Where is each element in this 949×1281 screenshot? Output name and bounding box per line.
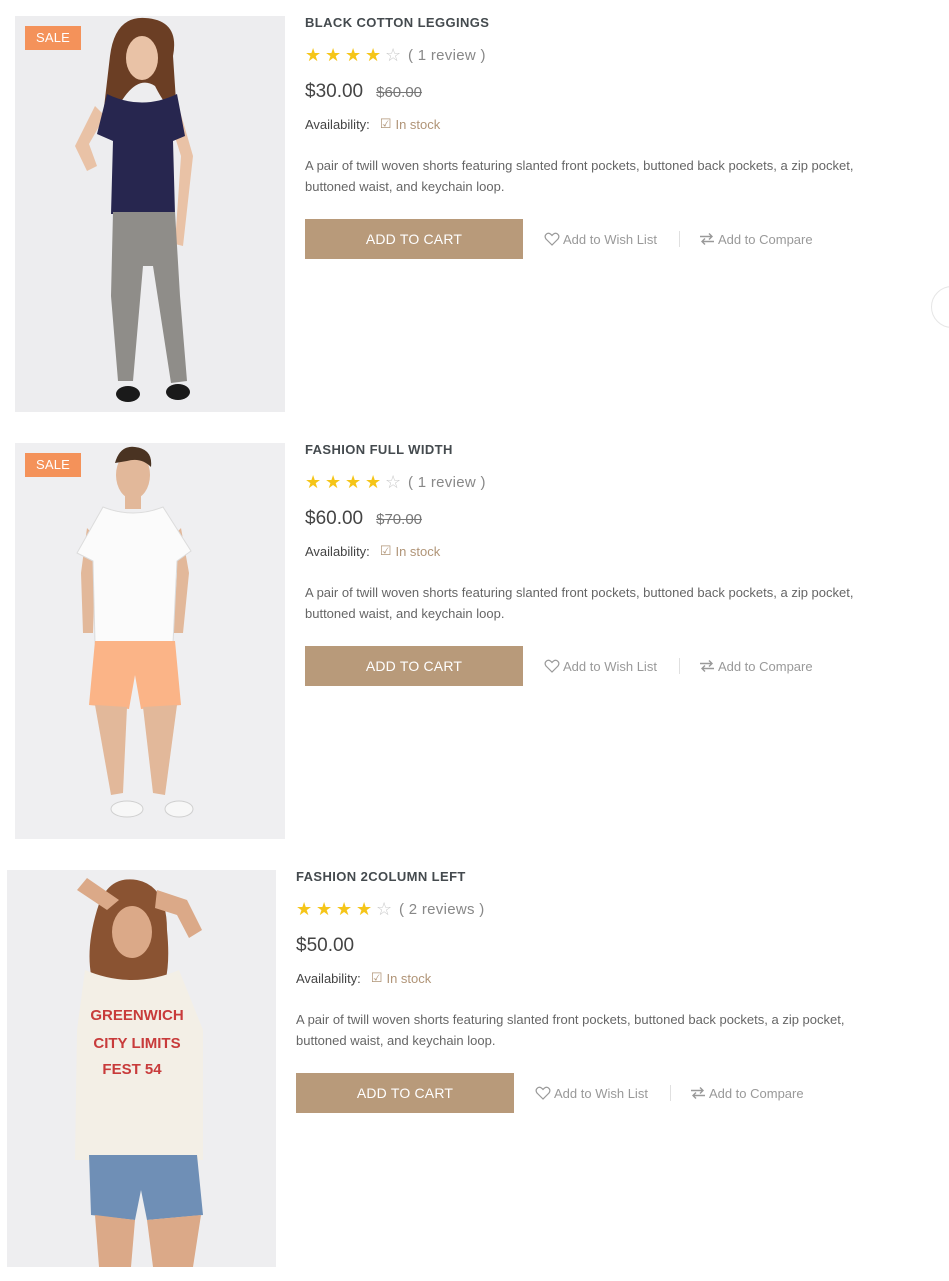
compare-arrows-icon <box>699 660 714 672</box>
product-image[interactable]: GREENWICH CITY LIMITS FEST 54 <box>7 870 276 1267</box>
wishlist-label: Add to Wish List <box>563 231 657 247</box>
shirt-print-line-2: CITY LIMITS <box>93 1035 180 1052</box>
product-image[interactable]: SALE <box>15 16 285 412</box>
heart-icon <box>544 659 560 673</box>
action-divider <box>669 1085 671 1101</box>
star-icon: ★ <box>356 899 373 919</box>
add-to-compare-link[interactable]: Add to Compare <box>699 232 813 247</box>
star-icon: ★ <box>345 45 362 65</box>
add-to-wishlist-link[interactable]: Add to Wish List <box>544 232 657 247</box>
star-empty-icon: ☆ <box>385 45 402 65</box>
price-row: $60.00 $70.00 <box>305 508 855 534</box>
star-icon: ★ <box>345 472 362 492</box>
product-info: BLACK COTTON LEGGINGS ★ ★ ★ ★ ☆ ( 1 revi… <box>305 16 855 259</box>
old-price: $70.00 <box>376 511 423 528</box>
stock-status: In stock <box>395 543 441 559</box>
compare-label: Add to Compare <box>717 658 813 674</box>
product-title[interactable]: FASHION FULL WIDTH <box>305 443 855 457</box>
product-actions: ADD TO CART Add to Wish List Add to Comp… <box>305 646 855 686</box>
product-actions: ADD TO CART Add to Wish List Add to Comp… <box>296 1073 846 1113</box>
woman-tee-photo: GREENWICH CITY LIMITS FEST 54 <box>7 870 276 1267</box>
availability-label: Availability: <box>305 543 370 559</box>
availability-row: Availability: ☑ In stock <box>305 115 855 133</box>
compare-label: Add to Compare <box>708 1085 804 1101</box>
star-icon: ★ <box>365 45 382 65</box>
star-icon: ★ <box>325 472 342 492</box>
star-icon: ★ <box>336 899 353 919</box>
compare-label: Add to Compare <box>717 231 813 247</box>
add-to-cart-button[interactable]: ADD TO CART <box>305 646 523 686</box>
scroll-to-top-button[interactable] <box>931 286 949 328</box>
product-description: A pair of twill woven shorts featuring s… <box>305 585 854 621</box>
star-empty-icon: ☆ <box>376 899 393 919</box>
star-icon: ★ <box>296 899 313 919</box>
availability-row: Availability: ☑ In stock <box>305 542 855 560</box>
compare-arrows-icon <box>690 1087 705 1099</box>
shirt-print-line-1: GREENWICH <box>90 1007 183 1024</box>
price-row: $50.00 <box>296 935 846 961</box>
availability-label: Availability: <box>296 970 361 986</box>
add-to-wishlist-link[interactable]: Add to Wish List <box>535 1086 648 1101</box>
product-rating: ★ ★ ★ ★ ☆ ( 1 review ) <box>305 45 855 65</box>
heart-icon <box>535 1086 551 1100</box>
star-icon: ★ <box>325 45 342 65</box>
check-square-icon: ☑ <box>370 970 383 985</box>
star-icon: ★ <box>305 472 322 492</box>
action-divider <box>678 231 680 247</box>
wishlist-label: Add to Wish List <box>563 658 657 674</box>
current-price: $30.00 <box>305 81 364 102</box>
sale-badge: SALE <box>25 26 82 50</box>
star-empty-icon: ☆ <box>385 472 402 492</box>
product-info: FASHION 2COLUMN LEFT ★ ★ ★ ★ ☆ ( 2 revie… <box>296 870 846 1113</box>
review-count-link[interactable]: ( 2 reviews ) <box>399 901 485 918</box>
product-title[interactable]: BLACK COTTON LEGGINGS <box>305 16 855 30</box>
product-rating: ★ ★ ★ ★ ☆ ( 1 review ) <box>305 472 855 492</box>
action-divider <box>678 658 680 674</box>
heart-icon <box>544 232 560 246</box>
product-image[interactable]: SALE <box>15 443 285 839</box>
man-shorts-photo <box>15 443 285 839</box>
current-price: $60.00 <box>305 508 364 529</box>
stock-status: In stock <box>386 970 432 986</box>
add-to-cart-button[interactable]: ADD TO CART <box>305 219 523 259</box>
stock-status: In stock <box>395 116 441 132</box>
add-to-compare-link[interactable]: Add to Compare <box>690 1086 804 1101</box>
compare-arrows-icon <box>699 233 714 245</box>
sale-badge: SALE <box>25 453 82 477</box>
check-square-icon: ☑ <box>379 543 392 558</box>
review-count-link[interactable]: ( 1 review ) <box>408 474 486 491</box>
wishlist-label: Add to Wish List <box>554 1085 648 1101</box>
product-actions: ADD TO CART Add to Wish List Add to Comp… <box>305 219 855 259</box>
product-title[interactable]: FASHION 2COLUMN LEFT <box>296 870 846 884</box>
add-to-compare-link[interactable]: Add to Compare <box>699 659 813 674</box>
current-price: $50.00 <box>296 935 355 956</box>
star-icon: ★ <box>316 899 333 919</box>
product-description: A pair of twill woven shorts featuring s… <box>305 158 854 194</box>
shirt-print-line-3: FEST 54 <box>102 1061 162 1078</box>
check-square-icon: ☑ <box>379 116 392 131</box>
add-to-cart-button[interactable]: ADD TO CART <box>296 1073 514 1113</box>
old-price: $60.00 <box>376 84 423 101</box>
availability-row: Availability: ☑ In stock <box>296 969 846 987</box>
product-rating: ★ ★ ★ ★ ☆ ( 2 reviews ) <box>296 899 846 919</box>
availability-label: Availability: <box>305 116 370 132</box>
review-count-link[interactable]: ( 1 review ) <box>408 47 486 64</box>
price-row: $30.00 $60.00 <box>305 81 855 107</box>
star-icon: ★ <box>365 472 382 492</box>
product-description: A pair of twill woven shorts featuring s… <box>296 1012 845 1048</box>
add-to-wishlist-link[interactable]: Add to Wish List <box>544 659 657 674</box>
woman-leggings-photo <box>15 16 285 412</box>
star-icon: ★ <box>305 45 322 65</box>
product-info: FASHION FULL WIDTH ★ ★ ★ ★ ☆ ( 1 review … <box>305 443 855 686</box>
